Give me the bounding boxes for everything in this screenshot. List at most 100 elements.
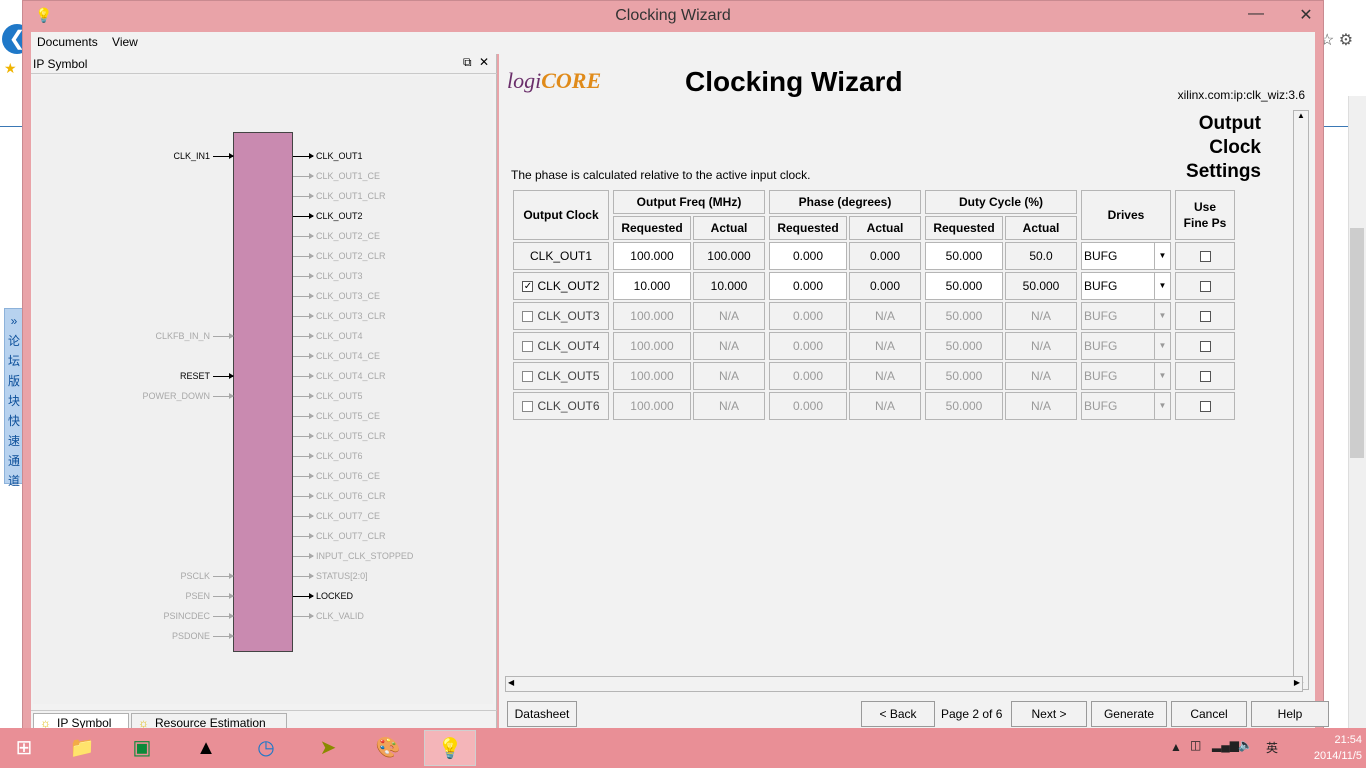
enable-output-checkbox[interactable] xyxy=(522,371,534,383)
output-pin: CLK_OUT3 xyxy=(293,270,363,282)
header-duty-cycle: Duty Cycle (%) xyxy=(925,190,1077,214)
store-icon[interactable]: ▣ xyxy=(116,730,168,766)
output-pin-label: CLK_OUT3 xyxy=(316,271,363,281)
game-icon[interactable]: ▲ xyxy=(180,730,232,766)
page-horizontal-scrollbar[interactable]: ◀ ▶ xyxy=(505,676,1303,692)
close-panel-icon[interactable]: ✕ xyxy=(479,55,489,69)
drives-select[interactable]: BUFG ▼ xyxy=(1081,362,1171,390)
phase-req-field[interactable]: 0.000 xyxy=(769,272,847,300)
phase-req-field[interactable]: 0.000 xyxy=(769,242,847,270)
drives-select[interactable]: BUFG ▼ xyxy=(1081,332,1171,360)
scroll-right-icon[interactable]: ▶ xyxy=(1294,678,1300,687)
panel-header: IP Symbol ⧉ ✕ xyxy=(31,54,497,74)
tray-signal-icon[interactable]: ▂▄▆ xyxy=(1212,738,1239,752)
tray-chevron-icon[interactable]: ▲ xyxy=(1170,740,1182,754)
output-pin-label: CLK_OUT5_CLR xyxy=(316,431,386,441)
drives-value: BUFG xyxy=(1084,309,1118,323)
use-fine-ps-checkbox[interactable] xyxy=(1199,341,1211,353)
core-path: xilinx.com:ip:clk_wiz:3.6 xyxy=(1177,88,1305,102)
pin-arrow-icon xyxy=(213,153,234,160)
dropdown-arrow-icon[interactable]: ▼ xyxy=(1154,273,1170,299)
dropdown-arrow-icon[interactable]: ▼ xyxy=(1154,393,1170,419)
drives-select[interactable]: BUFG ▼ xyxy=(1081,302,1171,330)
dropdown-arrow-icon[interactable]: ▼ xyxy=(1154,363,1170,389)
float-panel-icon[interactable]: ⧉ xyxy=(463,55,472,70)
freq-req-field[interactable]: 10.000 xyxy=(613,272,691,300)
side-tab-char: 块 xyxy=(7,394,20,408)
pin-arrow-icon xyxy=(293,313,314,320)
dropdown-arrow-icon[interactable]: ▼ xyxy=(1154,303,1170,329)
use-fine-ps-cell xyxy=(1175,302,1235,330)
enable-output-checkbox[interactable]: ✓ xyxy=(522,281,534,293)
settings-gear-icon[interactable]: ⚙ xyxy=(1339,32,1353,49)
side-tab-char: 道 xyxy=(7,474,20,488)
output-clock-label: CLK_OUT4 xyxy=(537,339,600,353)
drives-select[interactable]: BUFG ▼ xyxy=(1081,242,1171,270)
menu-view[interactable]: View xyxy=(106,32,143,49)
back-button[interactable]: < Back xyxy=(861,701,935,727)
output-pin: CLK_OUT3_CLR xyxy=(293,310,386,322)
menu-documents[interactable]: Documents xyxy=(31,32,103,49)
next-button[interactable]: Next > xyxy=(1011,701,1087,727)
output-pin: STATUS[2:0] xyxy=(293,570,368,582)
tray-device-icon[interactable]: ◫ xyxy=(1190,738,1201,752)
window-titlebar[interactable]: 💡 Clocking Wizard — ✕ xyxy=(23,1,1323,31)
use-fine-ps-checkbox[interactable] xyxy=(1199,401,1211,413)
file-explorer-icon[interactable]: 📁 xyxy=(56,730,108,766)
use-fine-ps-cell xyxy=(1175,272,1235,300)
duty-req-field[interactable]: 50.000 xyxy=(925,242,1003,270)
browser-scrollbar-thumb[interactable] xyxy=(1350,228,1364,458)
favorites-star-icon[interactable]: ★ xyxy=(4,60,17,77)
arrow-app-icon[interactable]: ➤ xyxy=(302,730,354,766)
close-icon[interactable]: ✕ xyxy=(1291,5,1321,25)
start-icon[interactable]: ⊞ xyxy=(2,730,46,766)
phase-act-field: N/A xyxy=(849,332,921,360)
minimize-icon[interactable]: — xyxy=(1241,5,1271,23)
freq-req-field: 100.000 xyxy=(613,362,691,390)
help-button[interactable]: Help xyxy=(1251,701,1329,727)
enable-output-checkbox[interactable] xyxy=(522,401,534,413)
output-pin: CLK_OUT2 xyxy=(293,210,363,222)
duty-req-field[interactable]: 50.000 xyxy=(925,272,1003,300)
bulb-app-icon[interactable]: 💡 xyxy=(424,730,476,766)
duty-act-field: 50.000 xyxy=(1005,272,1077,300)
freq-req-field[interactable]: 100.000 xyxy=(613,242,691,270)
enable-output-checkbox[interactable] xyxy=(522,311,534,323)
clock-time: 21:54 xyxy=(1334,734,1362,746)
generate-button[interactable]: Generate xyxy=(1091,701,1167,727)
use-fine-ps-checkbox[interactable] xyxy=(1199,281,1211,293)
output-pin: CLK_OUT1_CE xyxy=(293,170,380,182)
dropdown-arrow-icon[interactable]: ▼ xyxy=(1154,333,1170,359)
enable-output-checkbox[interactable] xyxy=(522,341,534,353)
output-clock-name: CLK_OUT3 xyxy=(513,302,609,330)
cancel-button[interactable]: Cancel xyxy=(1171,701,1247,727)
scroll-left-icon[interactable]: ◀ xyxy=(508,678,514,687)
clock[interactable]: 21:54 2014/11/5 xyxy=(1296,732,1362,764)
ie-icon[interactable]: ◷ xyxy=(240,730,292,766)
drives-select[interactable]: BUFG ▼ xyxy=(1081,392,1171,420)
use-fine-ps-checkbox[interactable] xyxy=(1199,311,1211,323)
tray-language[interactable]: 英 xyxy=(1266,739,1278,756)
side-tab-char: 通 xyxy=(7,454,20,468)
drives-select[interactable]: BUFG ▼ xyxy=(1081,272,1171,300)
input-pin: PSCLK xyxy=(53,570,234,582)
use-fine-ps-checkbox[interactable] xyxy=(1199,251,1211,263)
pin-arrow-icon xyxy=(293,193,314,200)
use-fine-ps-checkbox[interactable] xyxy=(1199,371,1211,383)
input-pin-label: POWER_DOWN xyxy=(142,391,211,401)
output-clock-label: CLK_OUT2 xyxy=(537,279,600,293)
output-pin: CLK_OUT5_CE xyxy=(293,410,380,422)
output-pin: CLK_OUT2_CE xyxy=(293,230,380,242)
pin-arrow-icon xyxy=(213,633,234,640)
phase-act-field: 0.000 xyxy=(849,272,921,300)
output-clock-label: CLK_OUT5 xyxy=(537,369,600,383)
paint-icon[interactable]: 🎨 xyxy=(362,730,414,766)
scroll-up-icon[interactable]: ▲ xyxy=(1294,111,1308,120)
tray-volume-icon[interactable]: 🔈 xyxy=(1238,738,1253,752)
page-vertical-scrollbar[interactable]: ▲ ▼ xyxy=(1293,110,1309,690)
browser-divider xyxy=(0,126,22,127)
dropdown-arrow-icon[interactable]: ▼ xyxy=(1154,243,1170,269)
forum-side-tab[interactable]: » 论坛版块快速通道 xyxy=(4,308,24,488)
output-pin-label: CLK_OUT2_CE xyxy=(316,231,381,241)
datasheet-button[interactable]: Datasheet xyxy=(507,701,577,727)
